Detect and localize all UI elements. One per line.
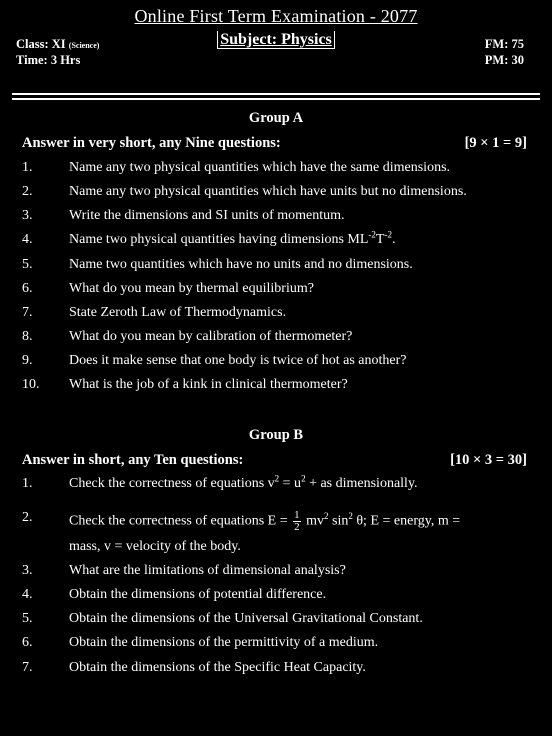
time-label: Time: 3 Hrs: [16, 53, 81, 67]
group-a-heading: Group A: [248, 110, 304, 126]
group-a-instruction: Answer in very short, any Nine questions…: [22, 135, 527, 152]
divider-bottom: [12, 98, 540, 100]
subject-label: Subject: Physics: [0, 31, 552, 49]
pass-marks: PM: 30: [484, 53, 524, 67]
group-b-instruction-text: Answer in short, any Ten questions:: [22, 452, 244, 468]
full-marks: FM: 75: [484, 37, 524, 51]
divider-top: [12, 93, 540, 95]
group-a-marks: [9 × 1 = 9]: [464, 135, 527, 151]
group-b-marks: [10 × 3 = 30]: [450, 452, 527, 468]
exam-title: Online First Term Examination - 2077: [134, 6, 418, 26]
fraction-one-half: 12: [293, 509, 301, 533]
group-b-instruction: Answer in short, any Ten questions: [10 …: [22, 452, 527, 469]
group-b-heading: Group B: [248, 427, 304, 443]
group-a-instruction-text: Answer in very short, any Nine questions…: [22, 135, 281, 151]
